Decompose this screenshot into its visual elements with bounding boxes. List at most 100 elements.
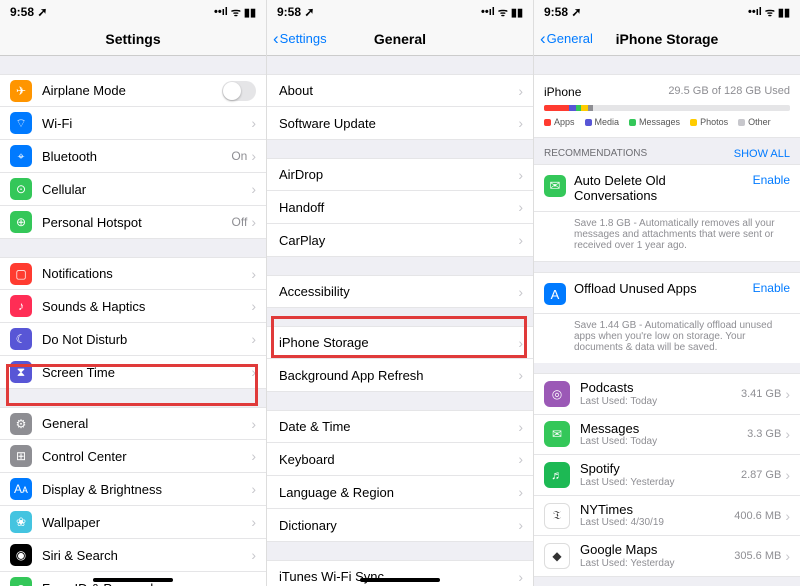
row-airdrop[interactable]: AirDrop› bbox=[267, 158, 533, 191]
settings-bluetooth[interactable]: ⌖BluetoothOn› bbox=[0, 140, 266, 173]
app-last-used: Last Used: Today bbox=[580, 436, 747, 448]
reco-desc: Save 1.44 GB - Automatically offload unu… bbox=[534, 314, 800, 363]
chevron-right-icon: › bbox=[251, 148, 256, 164]
app-row-google-maps[interactable]: ◆Google MapsLast Used: Yesterday305.6 MB… bbox=[534, 536, 800, 577]
legend-swatch bbox=[738, 119, 745, 126]
settings-general[interactable]: ⚙General› bbox=[0, 407, 266, 440]
storage-legend: Apps Media Messages Photos Other bbox=[544, 117, 790, 127]
settings-do-not-disturb[interactable]: ☾Do Not Disturb› bbox=[0, 323, 266, 356]
settings-siri-search[interactable]: ◉Siri & Search› bbox=[0, 539, 266, 572]
status-bar: 9:58 ➚ ••ılᯤ▮▮ bbox=[267, 0, 533, 22]
enable-link[interactable]: Enable bbox=[753, 281, 790, 295]
row-label: Sounds & Haptics bbox=[42, 299, 251, 314]
row-itunes-wi-fi-sync[interactable]: iTunes Wi-Fi Sync› bbox=[267, 560, 533, 586]
row-label: Personal Hotspot bbox=[42, 215, 232, 230]
app-row-podcasts[interactable]: ◎PodcastsLast Used: Today3.41 GB› bbox=[534, 373, 800, 415]
row-icon: ⧗ bbox=[10, 361, 32, 383]
chevron-right-icon: › bbox=[785, 467, 790, 483]
show-all-link[interactable]: SHOW ALL bbox=[734, 148, 790, 160]
reco-auto-delete[interactable]: ✉ Auto Delete Old Conversations Enable bbox=[534, 164, 800, 212]
chevron-right-icon: › bbox=[251, 266, 256, 282]
row-icon: ⌔ bbox=[10, 112, 32, 134]
app-name: NYTimes bbox=[580, 502, 734, 518]
back-button[interactable]: ‹ General bbox=[540, 30, 593, 47]
chevron-right-icon: › bbox=[251, 448, 256, 464]
app-icon: ◆ bbox=[544, 543, 570, 569]
row-icon: ✈ bbox=[10, 80, 32, 102]
row-label: Wi-Fi bbox=[42, 116, 251, 131]
chevron-right-icon: › bbox=[251, 364, 256, 380]
row-carplay[interactable]: CarPlay› bbox=[267, 224, 533, 257]
settings-personal-hotspot[interactable]: ⊕Personal HotspotOff› bbox=[0, 206, 266, 239]
legend-item: Apps bbox=[544, 117, 575, 127]
navbar-settings: Settings bbox=[0, 22, 266, 56]
settings-airplane-mode[interactable]: ✈ Airplane Mode bbox=[0, 74, 266, 107]
row-background-app-refresh[interactable]: Background App Refresh› bbox=[267, 359, 533, 392]
settings-sounds-haptics[interactable]: ♪Sounds & Haptics› bbox=[0, 290, 266, 323]
row-label: Bluetooth bbox=[42, 149, 231, 164]
reco-offload-apps[interactable]: A Offload Unused Apps Enable bbox=[534, 272, 800, 314]
chevron-right-icon: › bbox=[518, 284, 523, 300]
row-label: CarPlay bbox=[279, 233, 518, 248]
row-icon: ☾ bbox=[10, 328, 32, 350]
row-date-time[interactable]: Date & Time› bbox=[267, 410, 533, 443]
app-row-nytimes[interactable]: 𝔗NYTimesLast Used: 4/30/19400.6 MB› bbox=[534, 496, 800, 537]
settings-wi-fi[interactable]: ⌔Wi-Fi› bbox=[0, 107, 266, 140]
legend-item: Media bbox=[585, 117, 620, 127]
row-iphone-storage[interactable]: iPhone Storage› bbox=[267, 326, 533, 359]
nav-title: iPhone Storage bbox=[616, 31, 719, 47]
recommendations-header: RECOMMENDATIONS SHOW ALL bbox=[534, 138, 800, 164]
app-row-messages[interactable]: ✉MessagesLast Used: Today3.3 GB› bbox=[534, 415, 800, 456]
legend-swatch bbox=[585, 119, 592, 126]
settings-wallpaper[interactable]: ❀Wallpaper› bbox=[0, 506, 266, 539]
row-accessibility[interactable]: Accessibility› bbox=[267, 275, 533, 308]
row-label: Siri & Search bbox=[42, 548, 251, 563]
settings-screen-time[interactable]: ⧗Screen Time› bbox=[0, 356, 266, 389]
storage-segment bbox=[581, 105, 588, 111]
settings-display-brightness[interactable]: AᴀDisplay & Brightness› bbox=[0, 473, 266, 506]
legend-label: Apps bbox=[554, 117, 575, 127]
row-handoff[interactable]: Handoff› bbox=[267, 191, 533, 224]
legend-swatch bbox=[690, 119, 697, 126]
enable-link[interactable]: Enable bbox=[753, 173, 790, 187]
legend-label: Messages bbox=[639, 117, 680, 127]
navbar-general: ‹ Settings General bbox=[267, 22, 533, 56]
row-label: Airplane Mode bbox=[42, 83, 222, 98]
chevron-right-icon: › bbox=[251, 214, 256, 230]
row-keyboard[interactable]: Keyboard› bbox=[267, 443, 533, 476]
settings-notifications[interactable]: ▢Notifications› bbox=[0, 257, 266, 290]
row-label: Do Not Disturb bbox=[42, 332, 251, 347]
app-size: 3.3 GB bbox=[747, 428, 781, 440]
status-bar: 9:58 ➚ ••ılᯤ▮▮ bbox=[534, 0, 800, 22]
settings-control-center[interactable]: ⊞Control Center› bbox=[0, 440, 266, 473]
nav-title: General bbox=[374, 31, 426, 47]
app-row-spotify[interactable]: ♬SpotifyLast Used: Yesterday2.87 GB› bbox=[534, 455, 800, 496]
row-label: Handoff bbox=[279, 200, 518, 215]
settings-cellular[interactable]: ⊙Cellular› bbox=[0, 173, 266, 206]
reco-desc: Save 1.8 GB - Automatically removes all … bbox=[534, 212, 800, 262]
device-name: iPhone bbox=[544, 85, 581, 99]
back-button[interactable]: ‹ Settings bbox=[273, 30, 327, 47]
chevron-right-icon: › bbox=[785, 508, 790, 524]
legend-item: Other bbox=[738, 117, 771, 127]
row-software-update[interactable]: Software Update› bbox=[267, 107, 533, 140]
chevron-right-icon: › bbox=[785, 548, 790, 564]
legend-label: Photos bbox=[700, 117, 728, 127]
row-dictionary[interactable]: Dictionary› bbox=[267, 509, 533, 542]
row-icon: ⚙ bbox=[10, 413, 32, 435]
row-label: Software Update bbox=[279, 116, 518, 131]
row-about[interactable]: About› bbox=[267, 74, 533, 107]
chevron-right-icon: › bbox=[518, 517, 523, 533]
chevron-right-icon: › bbox=[251, 547, 256, 563]
app-size: 400.6 MB bbox=[734, 510, 781, 522]
chevron-left-icon: ‹ bbox=[540, 30, 546, 47]
legend-swatch bbox=[629, 119, 636, 126]
row-icon: ⊕ bbox=[10, 211, 32, 233]
row-language-region[interactable]: Language & Region› bbox=[267, 476, 533, 509]
legend-item: Photos bbox=[690, 117, 728, 127]
app-last-used: Last Used: Yesterday bbox=[580, 558, 734, 570]
nav-title: Settings bbox=[105, 31, 160, 47]
storage-segment bbox=[544, 105, 569, 111]
toggle[interactable] bbox=[222, 81, 256, 101]
reco-title: Auto Delete Old Conversations bbox=[574, 173, 745, 203]
